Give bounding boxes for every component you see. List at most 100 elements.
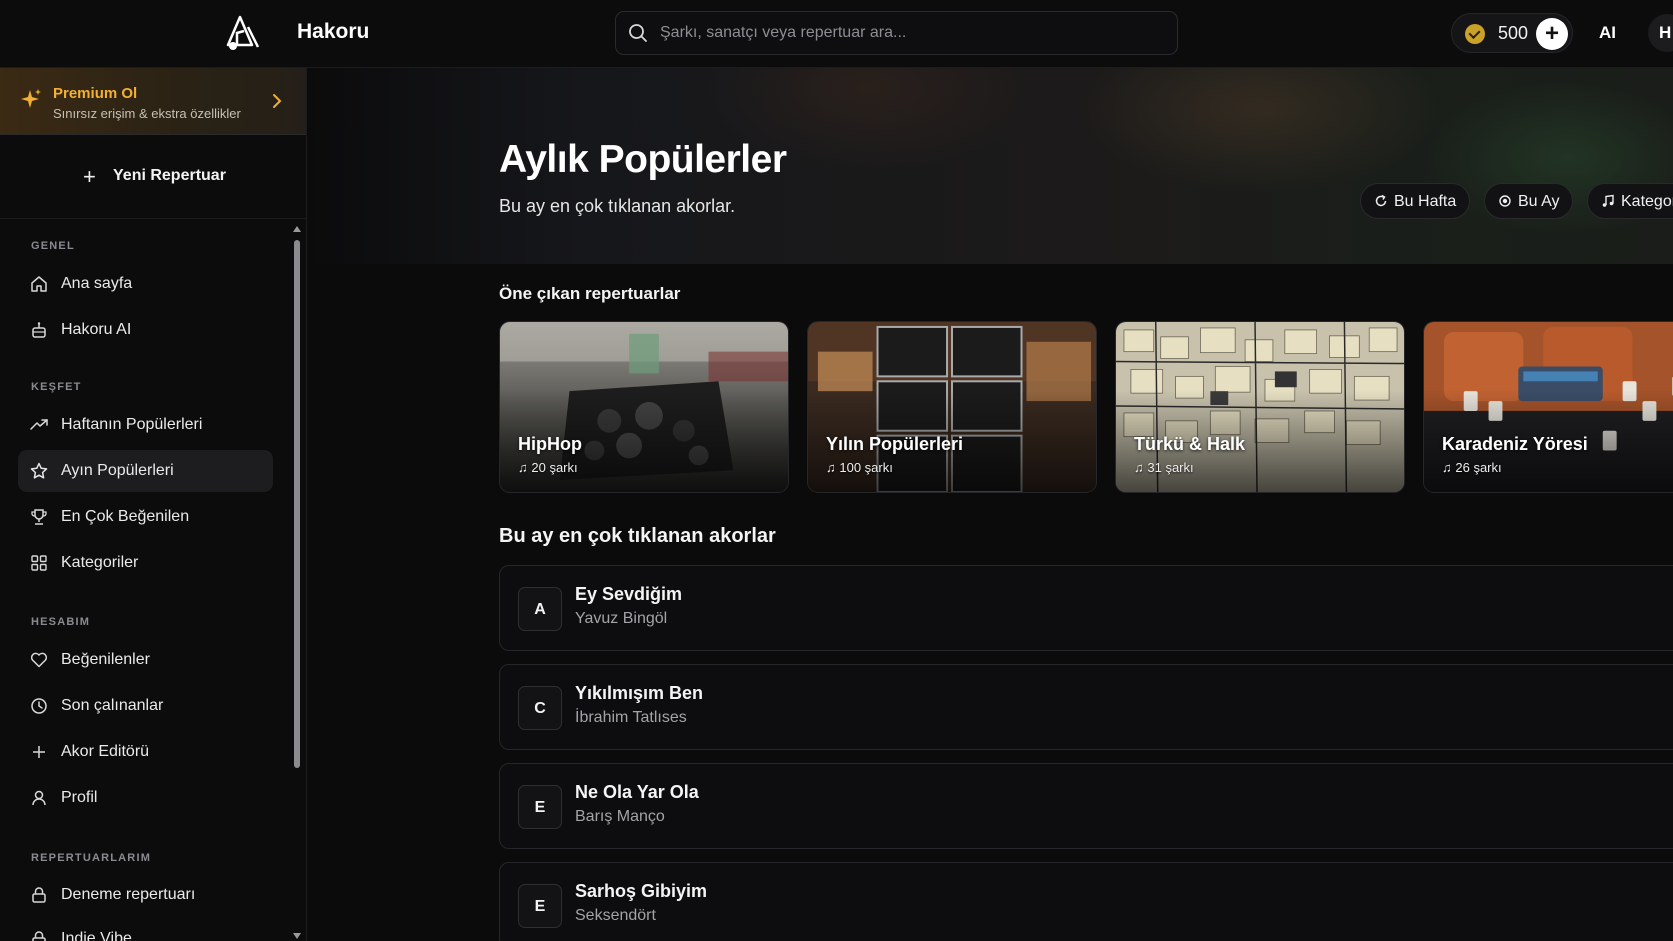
song-artist: Barış Manço (575, 808, 665, 825)
card-song-count-value: 100 şarkı (839, 460, 893, 475)
card-title: Yılın Popülerleri (826, 434, 964, 454)
sidebar-item-indie-vibe[interactable]: Indie Vibe (18, 918, 273, 941)
star-icon (30, 462, 48, 479)
brand-name[interactable]: Hakoru (297, 20, 369, 44)
sidebar-scrollbar[interactable] (291, 223, 303, 941)
lock-icon (32, 931, 46, 941)
add-coins-button[interactable]: + (1536, 18, 1568, 50)
card-title: Türkü & Halk (1134, 434, 1246, 454)
chord-key-badge: A (518, 587, 562, 631)
section-title-genel: GENEL (31, 240, 75, 252)
card-title: Karadeniz Yöresi (1442, 434, 1588, 454)
ai-button[interactable]: AI (1599, 23, 1616, 43)
featured-card-karadeniz[interactable]: Karadeniz Yöresi ♫ 26 şarkı (1423, 321, 1673, 493)
chord-list-title: Bu ay en çok tıklanan akorlar (499, 525, 776, 547)
premium-title: Premium Ol (53, 85, 138, 102)
heart-icon (30, 652, 48, 668)
song-title: Sarhoş Gibiyim (575, 881, 708, 901)
sidebar-item-label: Akor Editörü (61, 743, 150, 760)
featured-card-year-popular[interactable]: Yılın Popülerleri ♫ 100 şarkı (807, 321, 1097, 493)
search-bar[interactable] (615, 11, 1178, 55)
filter-chip-categories[interactable]: Kategoriler (1587, 183, 1673, 219)
premium-subtitle: Sınırsız erişim & ekstra özellikler (53, 106, 241, 121)
sidebar-item-monthly-popular[interactable]: Ayın Popülerleri (18, 450, 273, 492)
sidebar-item-recently-played[interactable]: Son çalınanlar (18, 685, 273, 727)
coin-value: 500 (1498, 23, 1529, 43)
search-icon (629, 24, 647, 42)
scroll-thumb[interactable] (294, 240, 300, 768)
card-song-count-value: 26 şarkı (1455, 460, 1502, 475)
chord-key-badge: E (518, 785, 562, 829)
chord-key-badge: C (518, 686, 562, 730)
sidebar-item-chord-editor[interactable]: Akor Editörü (18, 731, 273, 773)
song-artist: İbrahim Tatlıses (575, 709, 687, 726)
sidebar-item-home[interactable]: Ana sayfa (18, 263, 273, 305)
user-icon (32, 790, 46, 806)
chord-key-badge: E (518, 884, 562, 928)
section-title-hesabim: HESABIM (31, 616, 91, 628)
coin-icon (1465, 24, 1485, 44)
sidebar-item-categories[interactable]: Kategoriler (18, 542, 273, 584)
sidebar: Premium Ol Sınırsız erişim & ekstra özel… (0, 68, 307, 941)
trending-icon (30, 419, 48, 430)
scroll-down-arrow[interactable] (293, 933, 301, 939)
sidebar-item-profile[interactable]: Profil (18, 777, 273, 819)
featured-card-turku-halk[interactable]: Türkü & Halk ♫ 31 şarkı (1115, 321, 1405, 493)
avatar[interactable]: H (1648, 14, 1673, 52)
coin-balance[interactable]: 500 + (1451, 13, 1573, 53)
page-subtitle: Bu ay en çok tıklanan akorlar. (499, 196, 736, 216)
sidebar-item-label: Ana sayfa (61, 275, 133, 292)
main-content: Aylık Popülerler Bu ay en çok tıklanan a… (308, 68, 1673, 941)
music-note-icon (1602, 194, 1614, 207)
premium-banner[interactable]: Premium Ol Sınırsız erişim & ekstra özel… (0, 68, 306, 135)
trophy-icon (31, 509, 47, 525)
chip-label: Bu Hafta (1394, 193, 1457, 210)
dot-icon (1499, 195, 1511, 207)
app: Hakoru 500 + AI H Premium Ol Sınırsız er… (0, 0, 1673, 941)
card-title: HipHop (518, 434, 582, 454)
sidebar-item-hakoru-ai[interactable]: Hakoru AI (18, 309, 273, 351)
top-bar: Hakoru 500 + AI H (0, 0, 1673, 68)
sidebar-item-label: Profil (61, 789, 98, 806)
featured-card-hiphop[interactable]: HipHop ♫ 20 şarkı (499, 321, 789, 493)
card-song-count: ♫ 31 şarkı (1134, 460, 1194, 475)
card-song-count: ♫ 20 şarkı (518, 460, 578, 475)
new-repertoire-button[interactable]: + Yeni Repertuar (0, 135, 306, 219)
section-title-repertuarlarim: REPERTUARLARIM (31, 852, 152, 864)
song-artist: Yavuz Bingöl (575, 610, 668, 627)
sidebar-item-label: Son çalınanlar (61, 697, 164, 714)
scroll-up-arrow[interactable] (293, 226, 301, 232)
song-row[interactable]: E Ne Ola Yar Ola Barış Manço (499, 763, 1673, 849)
sidebar-item-most-liked[interactable]: En Çok Beğenilen (18, 496, 273, 538)
page-title: Aylık Popülerler (499, 138, 787, 181)
sidebar-item-likes[interactable]: Beğenilenler (18, 639, 273, 681)
sidebar-item-label: Kategoriler (61, 554, 139, 571)
logo-icon[interactable] (222, 13, 262, 53)
song-row[interactable]: A Ey Sevdiğim Yavuz Bingöl (499, 565, 1673, 651)
sidebar-item-label: Hakoru AI (61, 321, 132, 338)
sidebar-item-deneme-repertuari[interactable]: Deneme repertuarı (18, 874, 273, 916)
plus-icon: + (83, 164, 96, 189)
song-row[interactable]: E Sarhoş Gibiyim Seksendört (499, 862, 1673, 941)
search-input[interactable] (660, 12, 1160, 54)
featured-section-title: Öne çıkan repertuarlar (499, 284, 681, 303)
card-song-count-value: 31 şarkı (1147, 460, 1194, 475)
sidebar-item-label: En Çok Beğenilen (61, 508, 190, 525)
robot-icon (32, 322, 46, 338)
new-repertoire-label: Yeni Repertuar (113, 167, 226, 184)
card-song-count: ♫ 100 şarkı (826, 460, 893, 475)
filter-chip-this-month[interactable]: Bu Ay (1484, 183, 1573, 219)
card-song-count-value: 20 şarkı (531, 460, 578, 475)
refresh-icon (1375, 194, 1387, 207)
grid-icon (31, 555, 47, 571)
sidebar-item-label: Indie Vibe (61, 930, 132, 941)
sidebar-item-label: Beğenilenler (61, 651, 150, 668)
song-title: Ey Sevdiğim (575, 584, 683, 604)
sidebar-item-weekly-popular[interactable]: Haftanın Popülerleri (18, 404, 273, 446)
lock-icon (32, 887, 46, 903)
home-icon (31, 276, 47, 292)
clock-icon (31, 698, 47, 714)
song-row[interactable]: C Yıkılmışım Ben İbrahim Tatlıses (499, 664, 1673, 750)
sidebar-item-label: Haftanın Popülerleri (61, 416, 203, 433)
filter-chip-this-week[interactable]: Bu Hafta (1360, 183, 1470, 219)
